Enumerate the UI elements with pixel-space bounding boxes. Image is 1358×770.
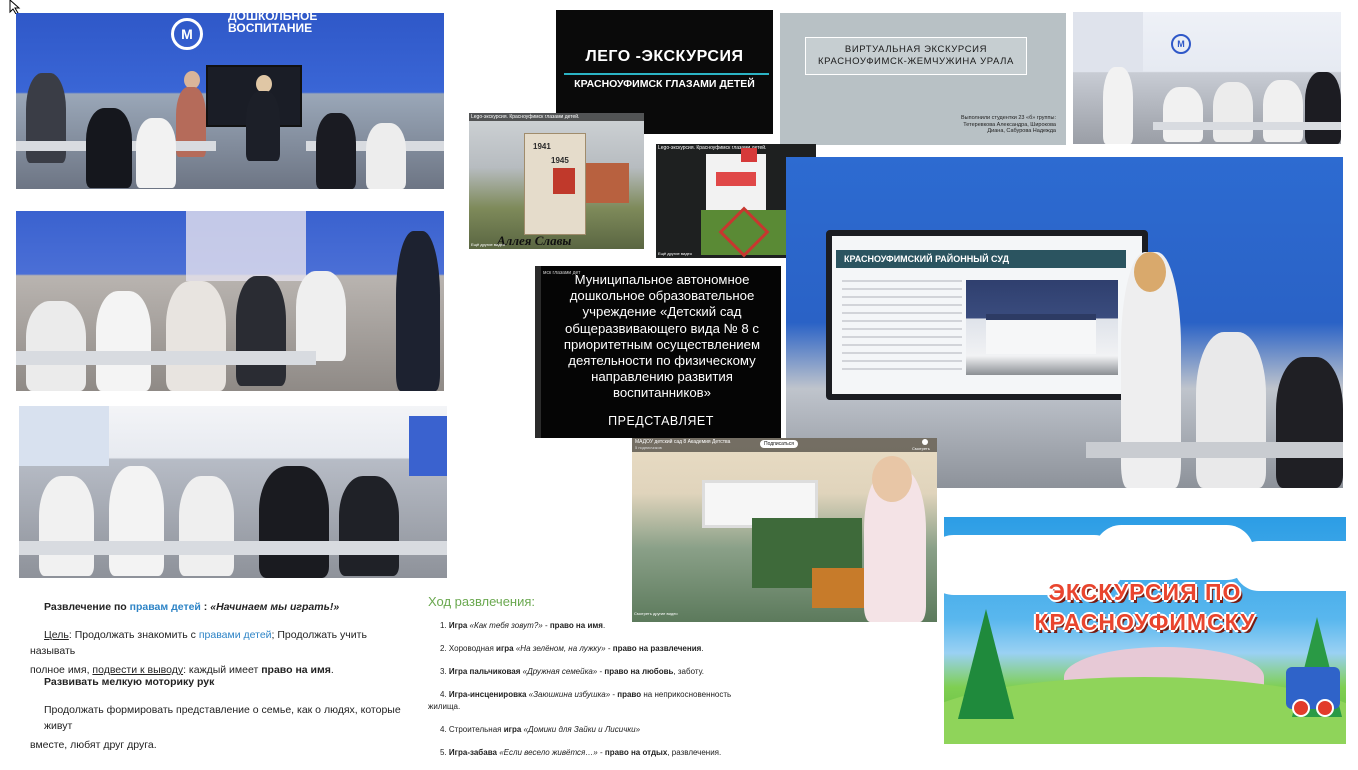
train-icon <box>1286 667 1340 717</box>
doc-heading-link[interactable]: правам детей <box>130 601 201 613</box>
video-caption: Lego-экскурсия. Красноуфимск глазами дет… <box>469 113 644 121</box>
close-icon[interactable] <box>922 439 928 445</box>
course-step-5: 5. Игра-забава «Если весело живётся…» - … <box>440 748 722 757</box>
institution-text: Муниципальное автономное дошкольное обра… <box>563 272 761 401</box>
course-step-4b: 4. Строительная игра «Домики для Зайки и… <box>440 725 641 734</box>
monument: 1941 1945 <box>524 133 586 235</box>
course-title: Ход развлечения: <box>428 594 536 609</box>
video-footer-3[interactable]: Смотреть другие видео <box>634 611 678 616</box>
lego-slide-subtitle: КРАСНОУФИМСК ГЛАЗАМИ ДЕТЕЙ <box>574 78 755 90</box>
monument-year1: 1941 <box>533 142 551 151</box>
doc-goal-end: . <box>330 664 334 676</box>
slide-institution: мск глазами дет Муниципальное автономное… <box>535 266 781 438</box>
share-button[interactable]: Смотреть <box>912 446 930 451</box>
court-building-image <box>966 280 1118 375</box>
course-step-3: 3. Игра пальчиковая «Дружная семейка» - … <box>440 667 705 676</box>
doc-heading: Развлечение по правам детей : «Начинаем … <box>44 599 339 615</box>
course-step-4: 4. Игра-инсценировка «Заюшкина избушка» … <box>440 690 732 699</box>
doc-motor: Развивать мелкую моторику рук <box>44 676 215 688</box>
monument-year2: 1945 <box>551 156 569 165</box>
subscribe-button[interactable]: Подписаться <box>760 440 798 448</box>
credits-line1: Выполнили студентки 23 «б» группы: <box>960 115 1056 121</box>
virtual-slide-credits: Выполнили студентки 23 «б» группы: Тетер… <box>961 115 1056 135</box>
doc-goal-bold: право на имя <box>261 664 331 676</box>
court-slide-title: КРАСНОУФИМСКИЙ РАЙОННЫЙ СУД <box>836 250 1126 268</box>
doc-family-line1: Продолжать формировать представление о с… <box>44 704 401 732</box>
slide-virtual-excursion: ВИРТУАЛЬНАЯ ЭКСКУРСИЯ КРАСНОУФИМСК-ЖЕМЧУ… <box>780 13 1066 145</box>
virtual-slide-title-line2: КРАСНОУФИМСК-ЖЕМЧУЖИНА УРАЛА <box>818 56 1014 67</box>
lego-slide-underline <box>564 73 769 75</box>
lego-slide-title: ЛЕГО -ЭКСКУРСИЯ <box>585 48 744 65</box>
doc-heading-sep: : <box>200 601 211 613</box>
doc-goal-link[interactable]: правами детей <box>199 629 272 641</box>
doc-goal-label: Цель <box>44 629 69 641</box>
wall-sign: ДОШКОЛЬНОЕ ВОСПИТАНИЕ <box>228 13 317 34</box>
photo-classroom-audience <box>16 211 444 391</box>
banner-title-line2: КРАСНОУФИМСКУ <box>1034 609 1256 635</box>
presentation-screen: КРАСНОУФИМСКИЙ РАЙОННЫЙ СУД <box>826 230 1148 400</box>
logo-m-icon: М <box>171 18 203 50</box>
photo-classroom-finger-game <box>19 406 447 578</box>
banner-title-line1: ЭКСКУРСИЯ ПО <box>1048 579 1242 605</box>
banner-title: ЭКСКУРСИЯ ПО КРАСНОУФИМСКУ <box>944 577 1346 637</box>
video-thumb-monument[interactable]: Lego-экскурсия. Красноуфимск глазами дет… <box>469 113 644 249</box>
institution-presents: ПРЕДСТАВЛЯЕТ <box>608 414 714 428</box>
banner-excursion-krasnoufimsk: ЭКСКУРСИЯ ПО КРАСНОУФИМСКУ <box>944 517 1346 744</box>
video-subs: 5 подписчиков <box>635 445 662 450</box>
doc-heading-prefix: Развлечение по <box>44 601 130 613</box>
doc-heading-quote: «Начинаем мы играть!» <box>210 601 340 613</box>
alley-sign: Аллея Славы <box>497 233 572 248</box>
credits-line3: Диана, Сабурова Надежда <box>987 128 1056 134</box>
doc-goal: Цель: Продолжать знакомить с правами дет… <box>30 627 410 678</box>
mouse-cursor-icon <box>9 0 21 14</box>
virtual-slide-title-line1: ВИРТУАЛЬНАЯ ЭКСКУРСИЯ <box>844 44 988 55</box>
video-kindergarten-lego[interactable]: МАДОУ детский сад 8 Академия Детства 5 п… <box>632 438 937 622</box>
doc-family-line2: вместе, любят друг друга. <box>30 739 157 751</box>
video-caption-2: Lego-экскурсия. Красноуфимск глазами дет… <box>658 145 767 151</box>
course-step-2: 2. Хороводная игра «На зелёном, на лужку… <box>440 644 704 653</box>
wall-sign-line2: ВОСПИТАНИЕ <box>228 21 313 35</box>
course-steps: 1. Игра «Как тебя зовут?» - право на имя… <box>428 620 758 770</box>
course-step-4-cont: жилища. <box>428 702 461 711</box>
video-footer[interactable]: Ещё другие видео <box>471 242 505 247</box>
doc-family: Продолжать формировать представление о с… <box>30 702 420 753</box>
photo-classroom-presenters: М ДОШКОЛЬНОЕ ВОСПИТАНИЕ <box>16 13 444 189</box>
photo-classroom-right: М <box>1073 12 1341 144</box>
logo-m-icon-2: М <box>1171 34 1191 54</box>
doc-goal-text1: : Продолжать знакомить с <box>68 629 199 641</box>
course-step-1: 1. Игра «Как тебя зовут?» - право на имя… <box>440 621 606 630</box>
video-footer-2[interactable]: Ещё другие видео <box>658 251 692 256</box>
virtual-slide-title-box: ВИРТУАЛЬНАЯ ЭКСКУРСИЯ КРАСНОУФИМСК-ЖЕМЧУ… <box>805 37 1027 75</box>
